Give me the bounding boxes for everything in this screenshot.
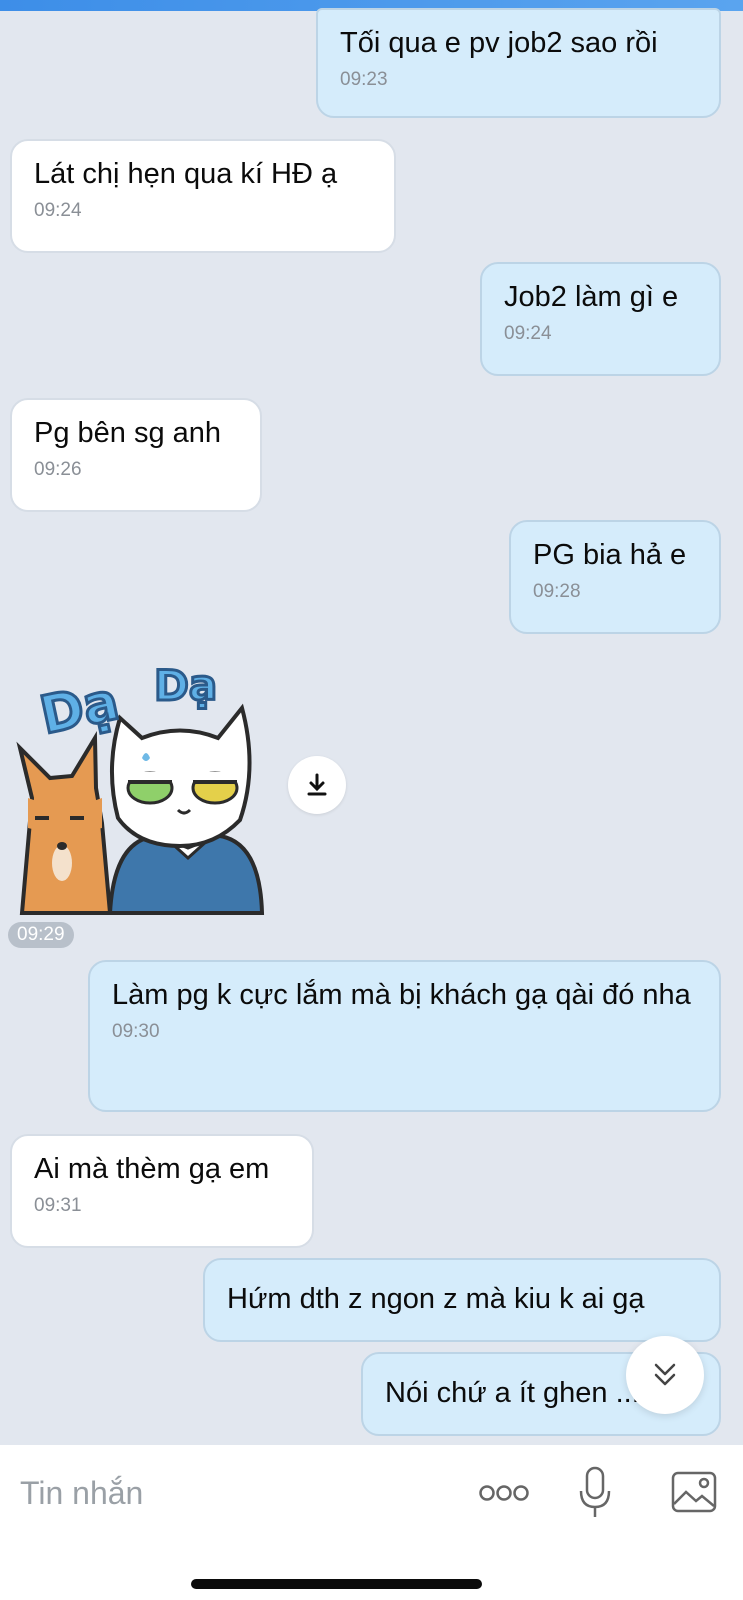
message-text: Làm pg k cực lắm mà bị khách gạ qài đó n… — [112, 979, 691, 1011]
message-time: 09:24 — [34, 200, 82, 221]
message-text: Job2 làm gì e — [504, 281, 679, 313]
more-dots-icon — [479, 1485, 529, 1501]
message-time: 09:31 — [34, 1195, 82, 1216]
message-text: PG bia hả e — [533, 539, 687, 571]
message-time: 09:30 — [112, 1021, 160, 1042]
message-text: Pg bên sg anh — [34, 417, 222, 449]
sticker-da-da[interactable]: Dạ Dạ — [10, 648, 280, 918]
message-bubble-outgoing[interactable]: Làm pg k cực lắm mà bị khách gạ qài đó n… — [88, 960, 721, 1112]
message-text: Tối qua e pv job2 sao rồi — [340, 27, 658, 59]
more-button[interactable] — [476, 1469, 532, 1517]
message-time: 09:24 — [504, 323, 552, 344]
message-time: 09:23 — [340, 69, 388, 90]
message-bubble-incoming[interactable]: Lát chị hẹn qua kí HĐ ạ 09:24 — [10, 139, 396, 253]
scroll-to-bottom-button[interactable] — [626, 1336, 704, 1414]
message-text: Ai mà thèm gạ em — [34, 1153, 270, 1185]
sticker-text-left: Dạ — [35, 672, 124, 747]
message-time: 09:26 — [34, 459, 82, 480]
sticker-time: 09:29 — [8, 922, 74, 948]
message-text: Lát chị hẹn qua kí HĐ ạ — [34, 158, 338, 190]
message-input-bar: Tin nhắn — [0, 1445, 743, 1600]
message-bubble-outgoing[interactable]: PG bia hả e 09:28 — [509, 520, 721, 634]
message-bubble-incoming[interactable]: Ai mà thèm gạ em 09:31 — [10, 1134, 314, 1248]
sticker-text-right: Dạ — [154, 661, 217, 710]
download-button[interactable] — [288, 756, 346, 814]
message-text: Hứm dth z ngon z mà kiu k ai gạ — [227, 1283, 645, 1315]
message-bubble-outgoing[interactable]: Hứm dth z ngon z mà kiu k ai gạ — [203, 1258, 721, 1342]
download-icon — [307, 773, 327, 796]
image-icon — [671, 1471, 717, 1513]
double-chevron-down-icon — [654, 1363, 676, 1386]
message-time: 09:28 — [533, 581, 581, 602]
message-bubble-outgoing[interactable]: Tối qua e pv job2 sao rồi 09:23 — [316, 8, 721, 118]
message-bubble-outgoing[interactable]: Job2 làm gì e 09:24 — [480, 262, 721, 376]
message-bubble-incoming[interactable]: Pg bên sg anh 09:26 — [10, 398, 262, 512]
home-indicator — [191, 1579, 482, 1589]
image-button[interactable] — [668, 1467, 720, 1517]
microphone-icon — [579, 1466, 611, 1517]
sticker-image: Dạ Dạ — [16, 660, 265, 915]
message-input[interactable]: Tin nhắn — [20, 1469, 460, 1517]
voice-button[interactable] — [572, 1463, 618, 1523]
